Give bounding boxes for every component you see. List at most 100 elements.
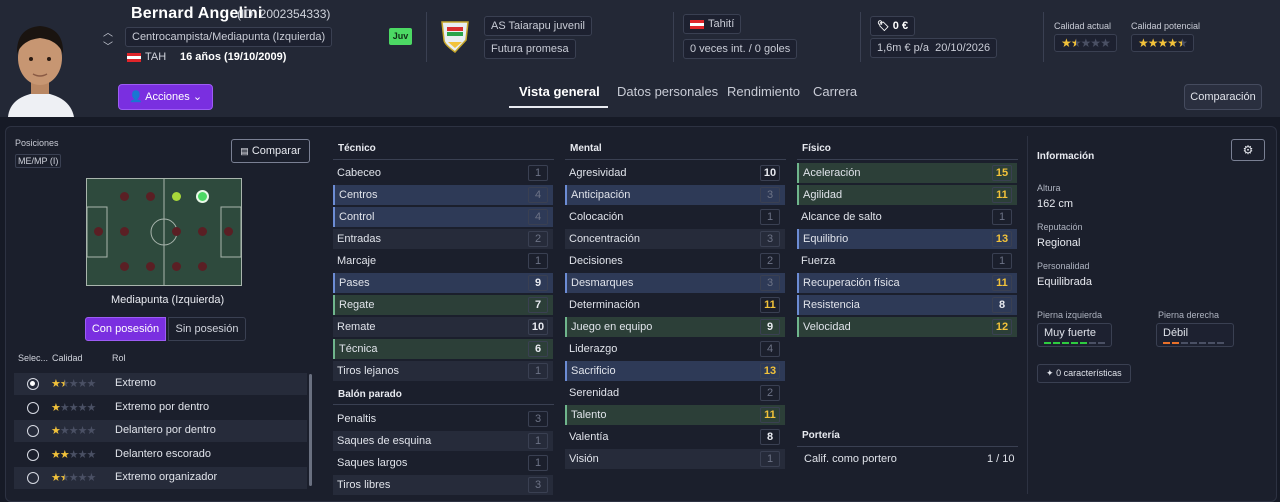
position-dot[interactable] bbox=[94, 227, 103, 236]
attribute-row[interactable]: Decisiones 2 bbox=[565, 251, 785, 271]
attribute-row[interactable]: Alcance de salto 1 bbox=[797, 207, 1017, 227]
position-dot[interactable] bbox=[198, 227, 207, 236]
tab-performance[interactable]: Rendimiento bbox=[727, 84, 800, 99]
position-dot[interactable] bbox=[120, 227, 129, 236]
attribute-row[interactable]: Resistencia 8 bbox=[797, 295, 1017, 315]
roles-header-quality[interactable]: Calidad bbox=[52, 353, 83, 363]
attribute-row[interactable]: Pases 9 bbox=[333, 273, 553, 293]
without-ball-toggle[interactable]: Sin posesión bbox=[168, 317, 246, 341]
traits-button[interactable]: ✦ 0 características bbox=[1037, 364, 1131, 383]
attribute-name: Resistencia bbox=[803, 299, 860, 311]
role-radio[interactable] bbox=[27, 449, 39, 461]
attribute-row[interactable]: Sacrificio 13 bbox=[565, 361, 785, 381]
attribute-row[interactable]: Penaltis 3 bbox=[333, 409, 553, 429]
attribute-row[interactable]: Centros 4 bbox=[333, 185, 553, 205]
position-dot[interactable] bbox=[146, 192, 155, 201]
divider bbox=[426, 12, 427, 62]
current-ability-label: Calidad actual bbox=[1054, 21, 1112, 31]
nationality[interactable]: Tahití bbox=[683, 14, 742, 34]
role-row[interactable]: ★★★★★ Delantero por dentro bbox=[14, 420, 307, 442]
position-dot[interactable] bbox=[198, 262, 207, 271]
attribute-row[interactable]: Agresividad 10 bbox=[565, 163, 785, 183]
actions-button[interactable]: 👤 Acciones ⌄ bbox=[118, 84, 213, 110]
attribute-value: 4 bbox=[760, 341, 780, 357]
role-row[interactable]: ★★★★★ Extremo bbox=[14, 373, 307, 395]
club-status: Futura promesa bbox=[484, 39, 576, 59]
position-dot[interactable] bbox=[172, 262, 181, 271]
goalkeeping-label: Calif. como portero bbox=[804, 453, 897, 465]
attribute-row[interactable]: Anticipación 3 bbox=[565, 185, 785, 205]
attribute-row[interactable]: Valentía 8 bbox=[565, 427, 785, 447]
role-name: Extremo bbox=[115, 377, 156, 389]
role-radio[interactable] bbox=[27, 402, 39, 414]
roles-header-role[interactable]: Rol bbox=[112, 353, 126, 363]
attribute-row[interactable]: Fuerza 1 bbox=[797, 251, 1017, 271]
attribute-row[interactable]: Aceleración 15 bbox=[797, 163, 1017, 183]
player-nation[interactable]: TAH bbox=[127, 51, 166, 63]
meter-segment bbox=[1053, 342, 1060, 345]
attribute-row[interactable]: Visión 1 bbox=[565, 449, 785, 469]
attribute-row[interactable]: Talento 11 bbox=[565, 405, 785, 425]
attribute-row[interactable]: Liderazgo 4 bbox=[565, 339, 785, 359]
attribute-value: 1 bbox=[528, 433, 548, 449]
attribute-value: 3 bbox=[528, 477, 548, 493]
attribute-row[interactable]: Técnica 6 bbox=[333, 339, 553, 359]
comparison-button[interactable]: Comparación bbox=[1184, 84, 1262, 110]
role-quality-stars: ★★★★★ bbox=[51, 425, 96, 437]
meter-segment bbox=[1071, 342, 1078, 345]
attribute-row[interactable]: Desmarques 3 bbox=[565, 273, 785, 293]
selected-position-dot[interactable] bbox=[196, 190, 209, 203]
role-radio[interactable] bbox=[27, 425, 39, 437]
attribute-row[interactable]: Velocidad 12 bbox=[797, 317, 1017, 337]
attribute-row[interactable]: Colocación 1 bbox=[565, 207, 785, 227]
attribute-row[interactable]: Recuperación física 11 bbox=[797, 273, 1017, 293]
position-dot[interactable] bbox=[172, 227, 181, 236]
attribute-row[interactable]: Saques de esquina 1 bbox=[333, 431, 553, 451]
position-dot[interactable] bbox=[224, 227, 233, 236]
attribute-row[interactable]: Saques largos 1 bbox=[333, 453, 553, 473]
tab-career[interactable]: Carrera bbox=[813, 84, 857, 99]
position-dot[interactable] bbox=[120, 192, 129, 201]
attribute-name: Desmarques bbox=[571, 277, 634, 289]
club-name[interactable]: AS Taiarapu juvenil bbox=[484, 16, 592, 36]
with-ball-toggle[interactable]: Con posesión bbox=[85, 317, 166, 341]
set-pieces-title: Balón parado bbox=[338, 389, 402, 400]
role-list-scrollbar[interactable] bbox=[309, 374, 312, 486]
attribute-name: Entradas bbox=[337, 233, 382, 245]
tab-personal-data[interactable]: Datos personales bbox=[617, 84, 718, 99]
attribute-row[interactable]: Cabeceo 1 bbox=[333, 163, 553, 183]
attribute-row[interactable]: Entradas 2 bbox=[333, 229, 553, 249]
previous-player-icon[interactable]: ︿ bbox=[103, 24, 113, 39]
attribute-row[interactable]: Determinación 11 bbox=[565, 295, 785, 315]
attribute-name: Aceleración bbox=[803, 167, 861, 179]
attribute-row[interactable]: Remate 10 bbox=[333, 317, 553, 337]
next-player-icon[interactable]: ﹀ bbox=[103, 38, 113, 53]
attribute-row[interactable]: Regate 7 bbox=[333, 295, 553, 315]
attribute-value: 4 bbox=[528, 209, 548, 225]
tab-overview[interactable]: Vista general bbox=[519, 84, 600, 99]
attribute-row[interactable]: Serenidad 2 bbox=[565, 383, 785, 403]
attribute-row[interactable]: Equilibrio 13 bbox=[797, 229, 1017, 249]
info-settings-icon[interactable]: ⚙ bbox=[1231, 139, 1265, 161]
attribute-row[interactable]: Concentración 3 bbox=[565, 229, 785, 249]
position-dot[interactable] bbox=[146, 262, 155, 271]
right-foot-label: Pierna derecha bbox=[1158, 310, 1220, 320]
attribute-row[interactable]: Agilidad 11 bbox=[797, 185, 1017, 205]
attribute-name: Determinación bbox=[569, 299, 640, 311]
role-radio[interactable] bbox=[27, 378, 39, 390]
club-crest-icon[interactable] bbox=[436, 18, 474, 54]
attribute-row[interactable]: Tiros libres 3 bbox=[333, 475, 553, 495]
position-dot[interactable] bbox=[120, 262, 129, 271]
role-radio[interactable] bbox=[27, 472, 39, 484]
international-caps: 0 veces int. / 0 goles bbox=[683, 39, 798, 59]
role-row[interactable]: ★★★★★ Delantero escorado bbox=[14, 444, 307, 466]
role-row[interactable]: ★★★★★ Extremo organizador bbox=[14, 467, 307, 489]
attribute-row[interactable]: Tiros lejanos 1 bbox=[333, 361, 553, 381]
current-ability-stars: ★★★★★ bbox=[1054, 34, 1117, 52]
attribute-row[interactable]: Marcaje 1 bbox=[333, 251, 553, 271]
role-row[interactable]: ★★★★★ Extremo por dentro bbox=[14, 397, 307, 419]
compare-button[interactable]: ▤ Comparar bbox=[231, 139, 310, 163]
attribute-row[interactable]: Control 4 bbox=[333, 207, 553, 227]
position-dot[interactable] bbox=[172, 192, 181, 201]
attribute-row[interactable]: Juego en equipo 9 bbox=[565, 317, 785, 337]
